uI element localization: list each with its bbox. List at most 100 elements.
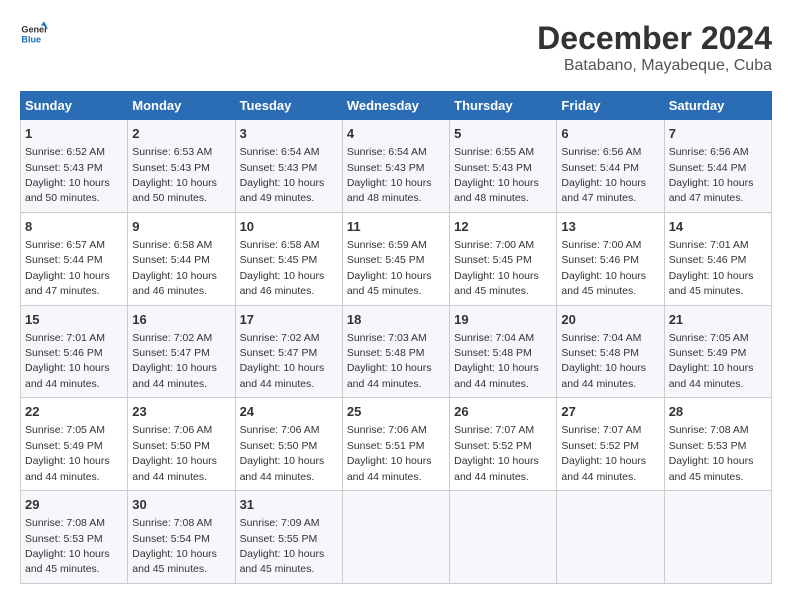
daylight-label: Daylight: 10 hours and 47 minutes. [561,177,646,204]
sunset-time: Sunset: 5:48 PM [454,347,532,359]
day-number: 22 [25,403,123,421]
sunrise-time: Sunrise: 7:07 AM [561,424,641,436]
calendar-cell: 26 Sunrise: 7:07 AM Sunset: 5:52 PM Dayl… [450,398,557,491]
day-number: 31 [240,496,338,514]
day-number: 16 [132,311,230,329]
sunrise-time: Sunrise: 7:04 AM [561,332,641,344]
day-number: 10 [240,218,338,236]
sunset-time: Sunset: 5:52 PM [561,440,639,452]
daylight-label: Daylight: 10 hours and 44 minutes. [240,362,325,389]
sunrise-time: Sunrise: 7:09 AM [240,517,320,529]
sunset-time: Sunset: 5:44 PM [132,254,210,266]
sunset-time: Sunset: 5:44 PM [561,162,639,174]
day-number: 3 [240,125,338,143]
daylight-label: Daylight: 10 hours and 50 minutes. [25,177,110,204]
calendar-week-row: 1 Sunrise: 6:52 AM Sunset: 5:43 PM Dayli… [21,120,772,213]
daylight-label: Daylight: 10 hours and 44 minutes. [25,455,110,482]
daylight-label: Daylight: 10 hours and 44 minutes. [669,362,754,389]
header-saturday: Saturday [664,92,771,120]
header-monday: Monday [128,92,235,120]
svg-text:General: General [21,25,48,35]
day-number: 15 [25,311,123,329]
daylight-label: Daylight: 10 hours and 45 minutes. [132,548,217,575]
day-number: 23 [132,403,230,421]
logo: General Blue [20,20,48,48]
calendar-cell: 15 Sunrise: 7:01 AM Sunset: 5:46 PM Dayl… [21,305,128,398]
calendar-week-row: 8 Sunrise: 6:57 AM Sunset: 5:44 PM Dayli… [21,212,772,305]
sunset-time: Sunset: 5:48 PM [561,347,639,359]
daylight-label: Daylight: 10 hours and 47 minutes. [669,177,754,204]
calendar-week-row: 22 Sunrise: 7:05 AM Sunset: 5:49 PM Dayl… [21,398,772,491]
daylight-label: Daylight: 10 hours and 44 minutes. [347,362,432,389]
calendar-cell: 16 Sunrise: 7:02 AM Sunset: 5:47 PM Dayl… [128,305,235,398]
day-number: 11 [347,218,445,236]
sunset-time: Sunset: 5:48 PM [347,347,425,359]
day-number: 20 [561,311,659,329]
sunset-time: Sunset: 5:54 PM [132,533,210,545]
day-number: 27 [561,403,659,421]
calendar-cell: 1 Sunrise: 6:52 AM Sunset: 5:43 PM Dayli… [21,120,128,213]
calendar-cell [557,491,664,584]
calendar-cell: 25 Sunrise: 7:06 AM Sunset: 5:51 PM Dayl… [342,398,449,491]
day-number: 25 [347,403,445,421]
day-number: 4 [347,125,445,143]
day-number: 7 [669,125,767,143]
page-title: December 2024 [537,20,772,57]
day-number: 12 [454,218,552,236]
daylight-label: Daylight: 10 hours and 49 minutes. [240,177,325,204]
daylight-label: Daylight: 10 hours and 44 minutes. [25,362,110,389]
sunrise-time: Sunrise: 7:07 AM [454,424,534,436]
sunrise-time: Sunrise: 7:00 AM [454,239,534,251]
calendar-cell: 11 Sunrise: 6:59 AM Sunset: 5:45 PM Dayl… [342,212,449,305]
daylight-label: Daylight: 10 hours and 48 minutes. [454,177,539,204]
sunrise-time: Sunrise: 7:01 AM [669,239,749,251]
header-sunday: Sunday [21,92,128,120]
sunset-time: Sunset: 5:46 PM [25,347,103,359]
calendar-cell: 31 Sunrise: 7:09 AM Sunset: 5:55 PM Dayl… [235,491,342,584]
header-row: Sunday Monday Tuesday Wednesday Thursday… [21,92,772,120]
sunrise-time: Sunrise: 6:57 AM [25,239,105,251]
sunrise-time: Sunrise: 7:00 AM [561,239,641,251]
day-number: 9 [132,218,230,236]
calendar-cell: 13 Sunrise: 7:00 AM Sunset: 5:46 PM Dayl… [557,212,664,305]
day-number: 13 [561,218,659,236]
sunset-time: Sunset: 5:46 PM [669,254,747,266]
sunset-time: Sunset: 5:51 PM [347,440,425,452]
daylight-label: Daylight: 10 hours and 45 minutes. [347,270,432,297]
calendar-cell: 28 Sunrise: 7:08 AM Sunset: 5:53 PM Dayl… [664,398,771,491]
calendar-week-row: 29 Sunrise: 7:08 AM Sunset: 5:53 PM Dayl… [21,491,772,584]
calendar-cell: 4 Sunrise: 6:54 AM Sunset: 5:43 PM Dayli… [342,120,449,213]
sunset-time: Sunset: 5:55 PM [240,533,318,545]
day-number: 28 [669,403,767,421]
sunset-time: Sunset: 5:47 PM [240,347,318,359]
daylight-label: Daylight: 10 hours and 44 minutes. [454,455,539,482]
calendar-cell: 9 Sunrise: 6:58 AM Sunset: 5:44 PM Dayli… [128,212,235,305]
sunset-time: Sunset: 5:53 PM [25,533,103,545]
daylight-label: Daylight: 10 hours and 45 minutes. [25,548,110,575]
day-number: 30 [132,496,230,514]
sunrise-time: Sunrise: 6:53 AM [132,146,212,158]
sunset-time: Sunset: 5:45 PM [454,254,532,266]
sunrise-time: Sunrise: 6:52 AM [25,146,105,158]
day-number: 2 [132,125,230,143]
title-block: December 2024 Batabano, Mayabeque, Cuba [537,20,772,75]
sunset-time: Sunset: 5:53 PM [669,440,747,452]
calendar-cell: 17 Sunrise: 7:02 AM Sunset: 5:47 PM Dayl… [235,305,342,398]
sunset-time: Sunset: 5:50 PM [132,440,210,452]
calendar-cell: 19 Sunrise: 7:04 AM Sunset: 5:48 PM Dayl… [450,305,557,398]
calendar-cell: 23 Sunrise: 7:06 AM Sunset: 5:50 PM Dayl… [128,398,235,491]
day-number: 26 [454,403,552,421]
day-number: 6 [561,125,659,143]
header-friday: Friday [557,92,664,120]
calendar-cell [664,491,771,584]
sunrise-time: Sunrise: 7:08 AM [132,517,212,529]
calendar-cell: 6 Sunrise: 6:56 AM Sunset: 5:44 PM Dayli… [557,120,664,213]
sunset-time: Sunset: 5:45 PM [240,254,318,266]
sunset-time: Sunset: 5:45 PM [347,254,425,266]
sunrise-time: Sunrise: 7:02 AM [240,332,320,344]
calendar-cell [342,491,449,584]
calendar-cell: 8 Sunrise: 6:57 AM Sunset: 5:44 PM Dayli… [21,212,128,305]
sunset-time: Sunset: 5:43 PM [132,162,210,174]
daylight-label: Daylight: 10 hours and 44 minutes. [240,455,325,482]
calendar-cell: 5 Sunrise: 6:55 AM Sunset: 5:43 PM Dayli… [450,120,557,213]
